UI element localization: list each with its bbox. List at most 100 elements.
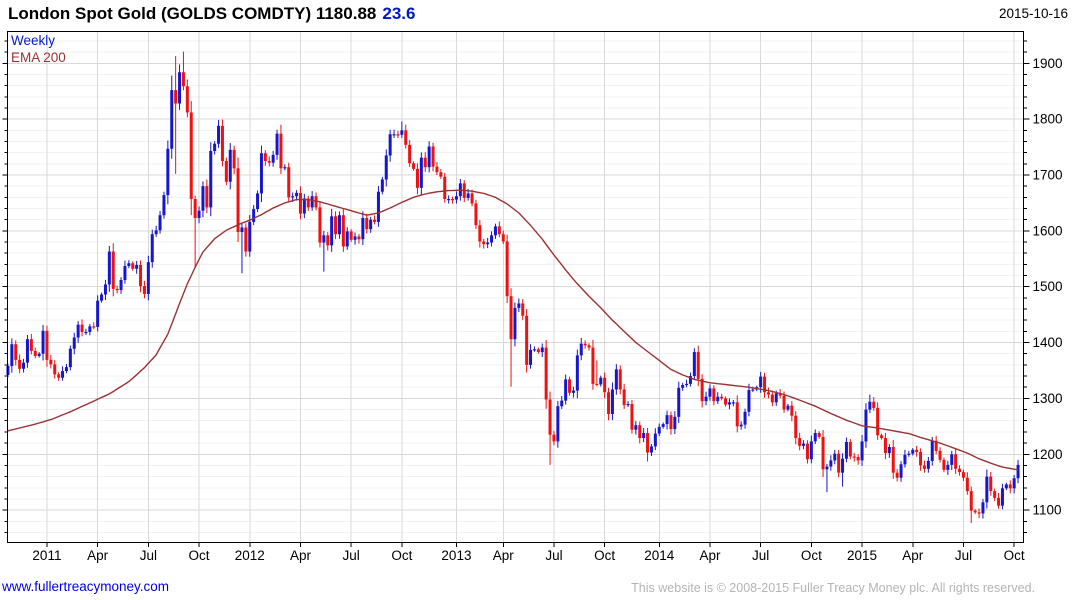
- candle-body: [482, 241, 486, 245]
- candle-body: [283, 167, 287, 169]
- candle-body: [64, 367, 68, 372]
- candle-body: [119, 279, 123, 291]
- x-axis-label: Jul: [343, 548, 360, 563]
- candle-body: [220, 125, 224, 162]
- candle-body: [638, 425, 642, 439]
- candle-body: [373, 219, 377, 222]
- candle-body: [809, 441, 813, 460]
- candle-body: [673, 416, 677, 430]
- candle-body: [84, 331, 88, 334]
- candle-body: [61, 371, 65, 378]
- candle-body: [18, 359, 22, 369]
- footer-site-link[interactable]: www.fullertreacymoney.com: [2, 579, 169, 594]
- candle-body: [400, 130, 404, 135]
- candle-body: [423, 157, 427, 168]
- candle-body: [412, 163, 416, 169]
- candle-body: [123, 266, 127, 280]
- y-axis-label: 1200: [1033, 447, 1063, 462]
- candle-body: [334, 216, 338, 235]
- candle-body: [665, 415, 669, 425]
- candle-body: [318, 207, 322, 243]
- candle-body: [981, 502, 985, 514]
- candle-body: [993, 491, 997, 498]
- candle-body: [642, 433, 646, 439]
- candle-body: [802, 443, 806, 446]
- candle-body: [357, 236, 361, 240]
- candle-body: [950, 454, 954, 465]
- candle-body: [474, 203, 478, 226]
- candle-body: [158, 215, 162, 231]
- candle-body: [205, 186, 209, 208]
- candle-body: [201, 186, 205, 211]
- candle-body: [1000, 488, 1004, 506]
- candle-body: [872, 401, 876, 408]
- candle-body: [529, 349, 533, 365]
- candle-body: [634, 425, 638, 430]
- candle-body: [739, 424, 743, 427]
- candle-body: [969, 491, 973, 511]
- candle-body: [922, 465, 926, 469]
- candle-body: [326, 235, 330, 246]
- candle-body: [568, 379, 572, 393]
- candle-body: [37, 353, 41, 356]
- candle-body: [704, 396, 708, 402]
- candle-body: [1004, 484, 1008, 489]
- candle-body: [712, 388, 716, 402]
- candle-body: [681, 384, 685, 388]
- y-axis-label: 1100: [1033, 503, 1062, 518]
- candle-body: [330, 216, 334, 246]
- candle-body: [844, 441, 848, 459]
- candle-body: [856, 457, 860, 461]
- candle-body: [899, 464, 903, 478]
- candle-body: [595, 383, 599, 386]
- candle-body: [322, 235, 326, 243]
- candle-body: [427, 146, 431, 168]
- candle-body: [583, 343, 587, 346]
- candle-body: [895, 472, 899, 478]
- candle-body: [96, 300, 100, 327]
- candle-body: [591, 347, 595, 384]
- candle-body: [365, 218, 369, 230]
- candle-body: [880, 435, 884, 439]
- candle-body: [630, 403, 634, 430]
- x-axis-label: Apr: [699, 548, 721, 563]
- candle-body: [337, 215, 341, 235]
- candle-body: [903, 454, 907, 465]
- candle-body: [435, 166, 439, 173]
- candle-body: [139, 264, 143, 287]
- candle-body: [622, 389, 626, 406]
- candle-body: [743, 411, 747, 425]
- candle-body: [766, 392, 770, 395]
- legend-ema200: EMA 200: [11, 50, 66, 65]
- candle-body: [774, 393, 778, 403]
- candle-body: [829, 460, 833, 467]
- candle-body: [692, 352, 696, 377]
- candle-body: [509, 296, 513, 340]
- candle-body: [154, 230, 158, 235]
- candle-body: [977, 512, 981, 514]
- y-axis-label: 1500: [1033, 279, 1063, 294]
- candle-body: [271, 154, 275, 163]
- candle-body: [669, 415, 673, 430]
- candle-body: [579, 343, 583, 356]
- candle-body: [989, 476, 993, 492]
- x-axis-label: 2012: [235, 548, 265, 563]
- y-axis-label: 1700: [1033, 168, 1063, 183]
- y-axis-label: 1400: [1033, 335, 1063, 350]
- candle-body: [997, 497, 1001, 506]
- candle-body: [252, 209, 256, 222]
- footer: www.fullertreacymoney.com This website i…: [0, 576, 1075, 598]
- candle-body: [661, 424, 665, 427]
- candle-body: [501, 234, 505, 242]
- candle-body: [961, 472, 965, 478]
- candle-body: [146, 262, 150, 294]
- candle-body: [53, 364, 57, 375]
- candle-body: [497, 226, 501, 235]
- candle-body: [747, 390, 751, 412]
- candle-body: [302, 198, 306, 214]
- y-axis-label: 1800: [1033, 112, 1063, 127]
- x-axis-label: Jul: [955, 548, 972, 563]
- candle-body: [603, 377, 607, 393]
- candle-body: [575, 355, 579, 391]
- candle-body: [345, 231, 349, 247]
